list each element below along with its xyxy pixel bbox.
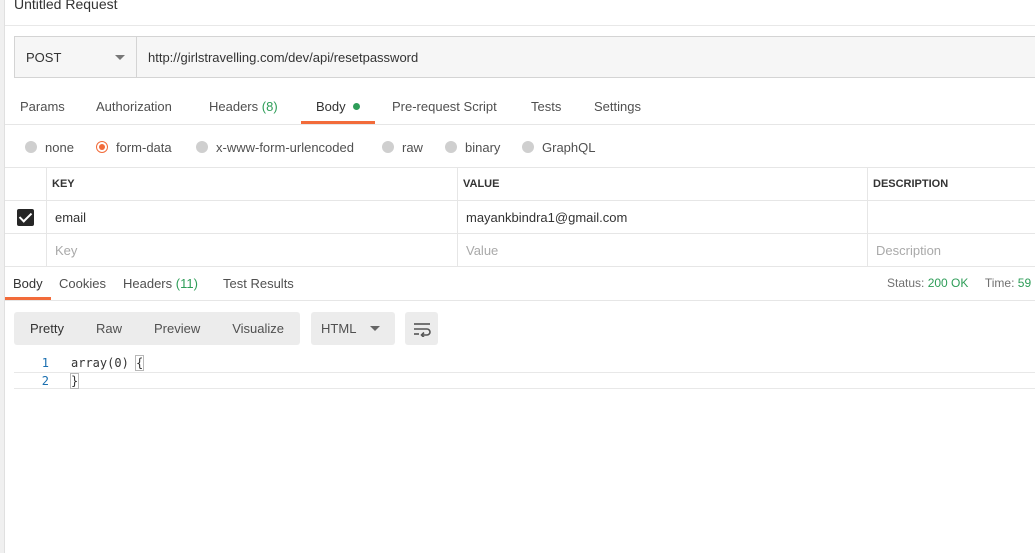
key-cell[interactable]: email: [46, 201, 457, 233]
radio-checked-icon: [96, 141, 108, 153]
tab-authorization[interactable]: Authorization: [81, 89, 187, 125]
code-content: array(0): [71, 356, 137, 370]
view-visualize-button[interactable]: Visualize: [216, 312, 300, 345]
response-tab-headers[interactable]: Headers (11): [115, 267, 206, 301]
tab-label: Cookies: [59, 276, 106, 291]
request-title-bar: Untitled Request: [5, 0, 1035, 26]
radio-label: binary: [465, 139, 501, 155]
row-checkbox-cell: [5, 201, 46, 233]
view-mode-group: Pretty Raw Preview Visualize: [14, 312, 301, 345]
code-line-current: 2 }: [14, 372, 1035, 389]
checkbox-checked-icon[interactable]: [17, 208, 34, 226]
response-tabs: Body Cookies Headers (11) Test Results S…: [5, 267, 1035, 301]
header-checkbox-cell: [5, 168, 46, 200]
tab-label: Settings: [594, 99, 641, 114]
radio-icon: [382, 141, 394, 153]
code-text: }: [69, 373, 80, 390]
url-input[interactable]: [137, 37, 1035, 77]
value-input[interactable]: Value: [457, 234, 867, 266]
line-number: 1: [41, 356, 49, 370]
method-label: POST: [26, 49, 62, 65]
radio-label: none: [45, 139, 74, 155]
tab-params[interactable]: Params: [5, 89, 80, 125]
tab-label: Pre-request Script: [392, 99, 497, 114]
request-tabs: Params Authorization Headers (8) Body Pr…: [5, 89, 1035, 125]
tab-label: Params: [20, 99, 65, 114]
response-toolbar: Pretty Raw Preview Visualize HTML: [14, 312, 439, 345]
tab-label: Test Results: [223, 276, 294, 291]
new-row-checkbox-cell: [5, 234, 46, 266]
key-input[interactable]: Key: [46, 234, 457, 266]
description-cell[interactable]: [867, 201, 1035, 233]
code-text: array(0) {: [71, 355, 145, 372]
description-input[interactable]: Description: [867, 234, 1035, 266]
response-tab-body[interactable]: Body: [5, 267, 51, 300]
text-cursor: [78, 374, 80, 389]
radio-graphql[interactable]: GraphQL: [522, 138, 595, 156]
tab-settings[interactable]: Settings: [579, 89, 656, 125]
body-type-options: none form-data x-www-form-urlencoded raw…: [5, 126, 1035, 168]
response-headers-count: (11): [175, 276, 198, 291]
url-bar: POST: [14, 36, 1035, 78]
view-preview-button[interactable]: Preview: [138, 312, 216, 345]
radio-raw[interactable]: raw: [382, 138, 423, 156]
tab-body[interactable]: Body: [301, 89, 375, 124]
radio-x-www-form-urlencoded[interactable]: x-www-form-urlencoded: [196, 138, 354, 156]
table-header-row: KEY VALUE DESCRIPTION: [5, 168, 1035, 201]
tab-label: Headers: [209, 99, 259, 114]
headers-count: (8): [261, 99, 278, 114]
wrap-lines-icon: [413, 322, 431, 337]
time-value[interactable]: 59: [1018, 276, 1031, 290]
close-brace: }: [69, 373, 80, 389]
chevron-down-icon: [115, 55, 125, 60]
response-tab-cookies[interactable]: Cookies: [51, 267, 114, 301]
time-label: Time:: [984, 276, 1015, 290]
view-raw-button[interactable]: Raw: [80, 312, 138, 345]
open-brace: {: [134, 355, 145, 371]
line-number: 2: [41, 374, 49, 388]
radio-label: form-data: [116, 139, 172, 155]
view-pretty-button[interactable]: Pretty: [14, 312, 80, 345]
radio-label: GraphQL: [542, 139, 596, 155]
tab-tests[interactable]: Tests: [516, 89, 576, 125]
response-tab-test-results[interactable]: Test Results: [215, 267, 302, 301]
tab-label: Body: [13, 276, 43, 291]
radio-form-data[interactable]: form-data: [96, 138, 172, 156]
response-status: Status: 200 OK Time: 59: [887, 267, 1031, 301]
tab-label: Authorization: [96, 99, 172, 114]
format-select[interactable]: HTML: [311, 312, 396, 345]
format-label: HTML: [321, 321, 357, 336]
column-header-key: KEY: [46, 168, 457, 200]
tab-pre-request-script[interactable]: Pre-request Script: [377, 89, 512, 125]
column-header-value: VALUE: [457, 168, 867, 200]
radio-icon: [522, 141, 534, 153]
radio-icon: [196, 141, 208, 153]
method-select[interactable]: POST: [15, 37, 137, 77]
tab-label: Headers: [123, 276, 173, 291]
column-header-description: DESCRIPTION: [867, 168, 1035, 200]
status-value[interactable]: 200 OK: [928, 276, 969, 290]
wrap-lines-button[interactable]: [405, 312, 439, 345]
body-indicator-dot-icon: [352, 103, 360, 111]
radio-icon: [25, 141, 37, 153]
chevron-down-icon: [370, 326, 381, 331]
status-label: Status:: [887, 276, 925, 290]
value-cell[interactable]: mayankbindra1@gmail.com: [457, 201, 867, 233]
response-body-editor[interactable]: 1 array(0) { 2 }: [14, 355, 1035, 395]
tab-label: Body: [316, 99, 346, 114]
radio-none[interactable]: none: [25, 138, 74, 156]
radio-icon: [445, 141, 457, 153]
form-data-table: KEY VALUE DESCRIPTION email mayankbindra…: [5, 168, 1035, 267]
request-title[interactable]: Untitled Request: [14, 0, 118, 12]
radio-label: x-www-form-urlencoded: [216, 139, 354, 155]
tab-headers[interactable]: Headers (8): [194, 89, 293, 125]
tab-label: Tests: [531, 99, 562, 114]
table-row: email mayankbindra1@gmail.com: [5, 201, 1035, 234]
table-row-new: Key Value Description: [5, 234, 1035, 267]
radio-label: raw: [402, 139, 423, 155]
code-line: 1 array(0) {: [14, 355, 1035, 372]
radio-binary[interactable]: binary: [445, 138, 500, 156]
